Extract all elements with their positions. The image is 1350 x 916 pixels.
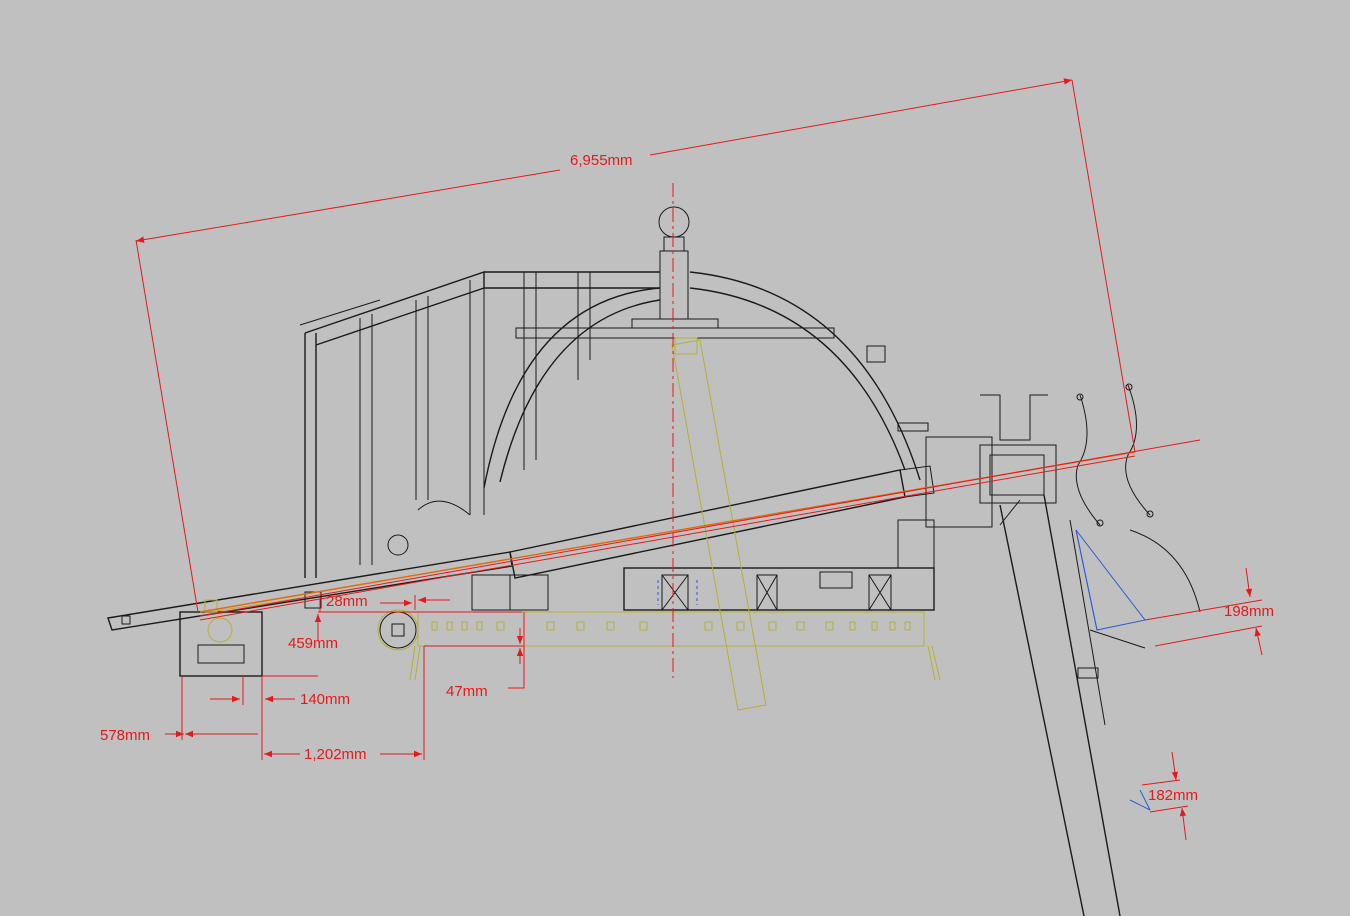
dim-47: 47mm <box>446 683 488 700</box>
dimension-198: 198mm <box>1144 567 1274 656</box>
machine-frame <box>179 206 1057 677</box>
dimension-overall: 6,955mm <box>135 78 1136 613</box>
dim-459: 459mm <box>288 635 338 652</box>
dim-28: 28mm <box>326 593 368 610</box>
base-cross-boxes <box>661 574 892 611</box>
dimension-182: 182mm <box>1141 751 1198 841</box>
dim-182: 182mm <box>1148 787 1198 804</box>
dim-overall-length: 6,955mm <box>570 152 633 169</box>
dimension-578: 578mm <box>100 676 258 744</box>
secondary-linework <box>204 337 941 711</box>
dimension-459: 459mm <box>262 611 522 677</box>
dim-140: 140mm <box>300 691 350 708</box>
dim-1202: 1,202mm <box>304 746 367 763</box>
inclined-boom <box>107 465 935 631</box>
dim-198: 198mm <box>1224 603 1274 620</box>
cad-drawing-canvas[interactable]: 6,955mm 28mm 459mm 47mm 140mm 578mm 1,20… <box>0 0 1350 916</box>
dim-578: 578mm <box>100 727 150 744</box>
rail-slots <box>431 621 911 631</box>
dimension-47: 47mm <box>424 612 525 700</box>
dimension-28: 28mm <box>319 593 450 612</box>
